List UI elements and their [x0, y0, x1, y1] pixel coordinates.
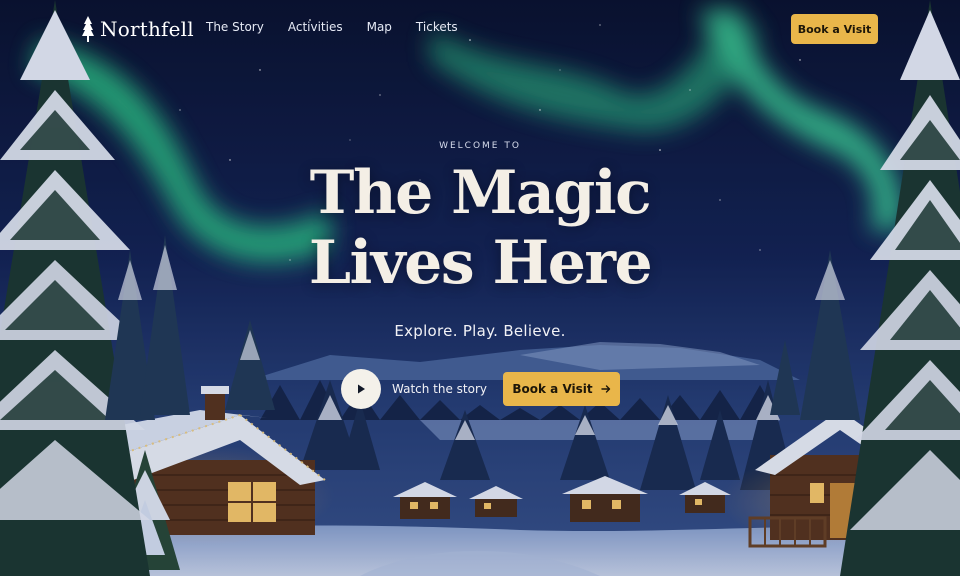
- brand-name: Northfell: [100, 17, 194, 41]
- hero-headline-line-2: Lives Here: [308, 228, 653, 298]
- play-button[interactable]: [341, 369, 381, 409]
- nav-item-tickets[interactable]: Tickets: [416, 20, 458, 34]
- arrow-right-icon: [600, 385, 610, 393]
- hero-headline-line-1: The Magic: [309, 158, 652, 228]
- watch-story-label: Watch the story: [392, 382, 488, 396]
- nav-item-activities[interactable]: Activities: [288, 20, 343, 34]
- hero-subline: Explore. Play. Believe.: [394, 322, 566, 340]
- watch-story-button[interactable]: Watch the story: [341, 369, 487, 409]
- hero-headline: The Magic Lives Here: [0, 158, 960, 298]
- nav-item-the-story[interactable]: The Story: [206, 20, 264, 34]
- brand-logo[interactable]: Northfell: [82, 14, 194, 44]
- hero-book-visit-button[interactable]: Book a Visit: [503, 372, 620, 406]
- site-header: Northfell The Story Activities Map Ticke…: [0, 0, 960, 60]
- play-icon: [358, 384, 365, 394]
- nav-item-map[interactable]: Map: [367, 20, 392, 34]
- header-book-visit-button[interactable]: Book a Visit: [791, 14, 878, 44]
- pine-tree-icon: [82, 16, 94, 42]
- hero-book-visit-label: Book a Visit: [512, 382, 593, 396]
- hero-eyebrow: WELCOME TO: [439, 141, 521, 151]
- primary-nav: The Story Activities Map Tickets: [206, 20, 458, 34]
